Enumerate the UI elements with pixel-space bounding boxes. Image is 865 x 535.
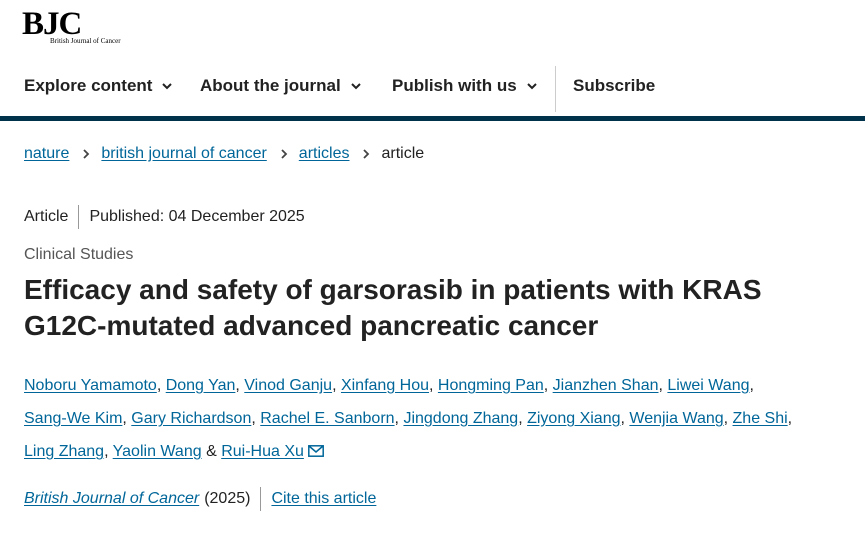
author-link[interactable]: Hongming Pan: [438, 377, 544, 394]
nav-underline-bar: [0, 116, 865, 121]
journal-link[interactable]: British Journal of Cancer: [24, 490, 199, 508]
meta-divider: [78, 205, 80, 229]
article-type: Article: [24, 208, 69, 225]
chevron-right-icon: [281, 149, 288, 159]
nav-about-journal[interactable]: About the journal: [200, 76, 363, 96]
journal-logo[interactable]: BJC British Journal of Cancer: [22, 8, 142, 48]
author-link[interactable]: Liwei Wang: [667, 377, 749, 394]
author-link[interactable]: Yaolin Wang: [113, 443, 202, 460]
author-list: Noboru Yamamoto, Dong Yan, Vinod Ganju, …: [24, 377, 793, 460]
nav-publish-with-us[interactable]: Publish with us: [392, 76, 539, 96]
author-link[interactable]: Noboru Yamamoto: [24, 377, 157, 394]
nav-explore-content[interactable]: Explore content: [24, 76, 174, 96]
citation-divider: [260, 487, 262, 511]
author-link[interactable]: Vinod Ganju: [244, 377, 332, 394]
citation-line: British Journal of Cancer (2025) Cite th…: [24, 487, 376, 511]
breadcrumb-current: article: [381, 145, 425, 162]
author-link[interactable]: Ling Zhang: [24, 443, 104, 460]
chevron-down-icon: [526, 83, 537, 90]
author-link[interactable]: Rui-Hua Xu: [221, 443, 304, 460]
article-meta: Article Published: 04 December 2025: [24, 205, 305, 229]
nav-label: Explore content: [24, 76, 153, 95]
chevron-down-icon: [162, 83, 173, 90]
nav-label: Publish with us: [392, 76, 517, 95]
article-subject: Clinical Studies: [24, 246, 134, 263]
author-link[interactable]: Gary Richardson: [131, 410, 251, 427]
breadcrumb-articles[interactable]: articles: [299, 145, 350, 163]
author-link[interactable]: Jingdong Zhang: [403, 410, 518, 427]
author-link[interactable]: Jianzhen Shan: [553, 377, 659, 394]
mail-icon[interactable]: [307, 445, 324, 457]
author-link[interactable]: Sang-We Kim: [24, 410, 122, 427]
cite-this-article-link[interactable]: Cite this article: [271, 490, 376, 508]
main-nav: Explore content About the journal Publis…: [0, 62, 865, 116]
author-link[interactable]: Wenjia Wang: [629, 410, 723, 427]
citation-year: (2025): [204, 490, 251, 507]
chevron-right-icon: [83, 149, 90, 159]
logo-subtitle: British Journal of Cancer: [50, 37, 121, 45]
published-date: Published: 04 December 2025: [89, 208, 305, 225]
nav-label: About the journal: [200, 76, 341, 95]
article-title: Efficacy and safety of garsorasib in pat…: [24, 274, 762, 341]
nav-divider: [555, 66, 556, 112]
nav-label: Subscribe: [573, 76, 656, 95]
chevron-right-icon: [363, 149, 370, 159]
author-link[interactable]: Rachel E. Sanborn: [260, 410, 394, 427]
breadcrumb-nature[interactable]: nature: [24, 145, 69, 163]
chevron-down-icon: [351, 83, 361, 90]
author-link[interactable]: Dong Yan: [166, 377, 236, 394]
author-link[interactable]: Xinfang Hou: [341, 377, 429, 394]
breadcrumb-journal[interactable]: british journal of cancer: [101, 145, 266, 163]
nav-subscribe[interactable]: Subscribe: [573, 76, 655, 96]
breadcrumb: nature british journal of cancer article…: [24, 145, 424, 163]
author-joiner: &: [206, 443, 217, 460]
author-link[interactable]: Zhe Shi: [733, 410, 788, 427]
author-link[interactable]: Ziyong Xiang: [527, 410, 620, 427]
